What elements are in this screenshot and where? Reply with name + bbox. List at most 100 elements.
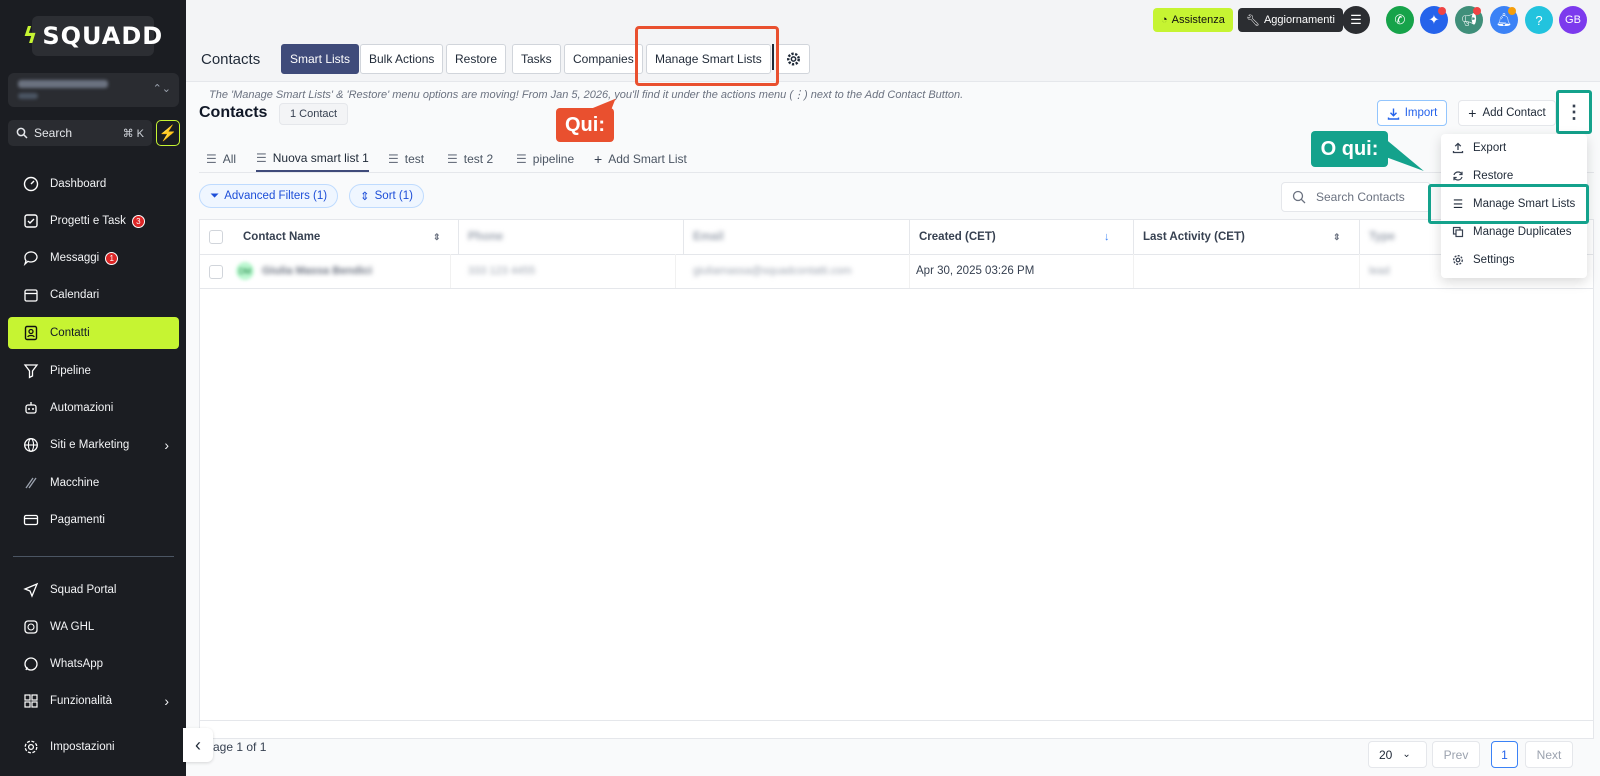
account-switcher[interactable]: ⌃⌄	[8, 73, 179, 107]
refresh-icon	[1451, 170, 1465, 182]
chevron-right-icon: ›	[164, 437, 169, 453]
sidebar-item-automazioni[interactable]: Automazioni	[8, 392, 179, 424]
collapse-sidebar-button[interactable]: ‹	[183, 728, 213, 762]
sidebar-item-messaggi[interactable]: Messaggi 1	[8, 242, 179, 274]
search-placeholder: Search Contacts	[1316, 190, 1405, 204]
smart-list-test[interactable]: ☰ test	[388, 146, 424, 172]
aggiornamenti-button[interactable]: 🔧︎ Aggiornamenti	[1238, 8, 1343, 32]
sidebar-item-label: Dashboard	[50, 178, 107, 190]
help-button[interactable]: ?	[1525, 6, 1553, 34]
sort-down-icon: ↓	[1104, 231, 1110, 243]
dropdown-item-settings[interactable]: Settings	[1441, 246, 1587, 274]
add-smart-list-button[interactable]: + Add Smart List	[594, 146, 687, 172]
column-header-last-activity[interactable]: Last Activity (CET) ⇕	[1143, 220, 1343, 254]
smart-list-pipeline[interactable]: ☰ pipeline	[516, 146, 574, 172]
select-all-checkbox[interactable]	[209, 230, 223, 244]
sidebar-item-whatsapp[interactable]: WhatsApp	[8, 648, 179, 680]
tab-smart-lists[interactable]: Smart Lists	[281, 44, 360, 74]
column-header-email[interactable]: Email	[693, 220, 893, 254]
kebab-icon: ⋮	[1565, 101, 1583, 122]
quick-actions-button[interactable]: ⚡	[156, 120, 180, 146]
prev-page-button[interactable]: Prev	[1432, 741, 1480, 768]
phone-cell[interactable]: 333 123 4455	[468, 265, 535, 277]
notifications-button[interactable]: 🔔︎	[1490, 6, 1518, 34]
column-header-phone[interactable]: Phone	[468, 220, 668, 254]
column-header-contact-name[interactable]: Contact Name ⇕	[243, 220, 448, 254]
search-contacts-input[interactable]: Search Contacts	[1281, 182, 1431, 212]
account-subtitle-blurred	[18, 93, 38, 99]
current-page-button[interactable]: 1	[1491, 741, 1518, 768]
announcements-button[interactable]: 📢︎	[1455, 6, 1483, 34]
sidebar-item-calendari[interactable]: Calendari	[8, 279, 179, 311]
download-icon	[1387, 108, 1399, 120]
add-contact-button[interactable]: + Add Contact	[1458, 100, 1556, 126]
column-separator	[909, 220, 910, 254]
sidebar-divider	[13, 556, 174, 557]
gear-icon	[22, 738, 40, 756]
type-cell: lead	[1369, 265, 1390, 277]
sidebar-item-squad-portal[interactable]: Squad Portal	[8, 574, 179, 606]
actions-menu-button[interactable]: ⋮	[1556, 90, 1592, 134]
list-icon: ☰	[256, 151, 267, 165]
sidebar-item-label: Squad Portal	[50, 584, 117, 596]
settings-tab-button[interactable]	[777, 44, 810, 74]
tab-tasks[interactable]: Tasks	[512, 44, 561, 74]
sidebar-item-pipeline[interactable]: Pipeline	[8, 355, 179, 387]
sidebar-item-label: Funzionalità	[50, 695, 113, 707]
sidebar-item-progetti[interactable]: Progetti e Task 3	[8, 205, 179, 237]
sort-button[interactable]: ⇕ Sort (1)	[349, 184, 424, 208]
per-page-select[interactable]: 20 ⌄	[1368, 741, 1427, 768]
notification-dot	[1473, 7, 1481, 15]
annotation-highlight-dropdown	[1428, 184, 1589, 224]
sidebar-item-siti-marketing[interactable]: Siti e Marketing ›	[8, 429, 179, 461]
sidebar-item-label: Macchine	[50, 477, 100, 489]
advanced-filters-button[interactable]: ⏷ Advanced Filters (1)	[199, 184, 339, 208]
sidebar-item-funzionalita[interactable]: Funzionalità ›	[8, 685, 179, 717]
sidebar-item-contatti[interactable]: Contatti	[8, 317, 179, 349]
sidebar-search[interactable]: Search ⌘ K	[8, 120, 152, 146]
tasks-list-button[interactable]: ☰	[1342, 6, 1370, 34]
contacts-icon	[22, 324, 40, 342]
footer-divider	[200, 720, 1593, 721]
column-separator	[450, 254, 451, 288]
tab-restore[interactable]: Restore	[446, 44, 507, 74]
smart-list-label: test 2	[463, 152, 494, 166]
next-page-button[interactable]: Next	[1525, 741, 1573, 768]
column-header-created[interactable]: Created (CET) ↓	[919, 220, 1119, 254]
magic-button[interactable]: ✦	[1420, 6, 1448, 34]
assistenza-label: Assistenza	[1171, 14, 1225, 26]
add-contact-label: Add Contact	[1482, 107, 1546, 119]
sidebar-item-impostazioni[interactable]: Impostazioni	[8, 731, 179, 763]
smart-list-test-2[interactable]: ☰ test 2	[447, 146, 493, 172]
sidebar-item-wa-ghl[interactable]: WA GHL	[8, 611, 179, 643]
topbar: ◔ Assistenza 🔧︎ Aggiornamenti ☰ ✆ ✦ 📢︎ 🔔…	[186, 0, 1600, 40]
list-icon: ☰	[516, 152, 527, 166]
email-cell[interactable]: giuliamassa@squadcontatti.com	[693, 265, 852, 277]
sidebar-item-macchine[interactable]: Macchine	[8, 467, 179, 499]
per-page-value: 20	[1379, 747, 1393, 762]
row-checkbox[interactable]	[209, 265, 223, 279]
assistenza-button[interactable]: ◔ Assistenza	[1153, 8, 1233, 32]
import-button[interactable]: Import	[1377, 100, 1447, 126]
page-indicator: Page 1 of 1	[205, 740, 267, 754]
sidebar-item-label: Impostazioni	[50, 741, 115, 753]
sidebar-item-dashboard[interactable]: Dashboard	[8, 168, 179, 200]
annotation-callout-green: O qui:	[1311, 131, 1388, 167]
sidebar-item-label: Progetti e Task	[50, 215, 126, 227]
column-header-type[interactable]: Type	[1369, 220, 1429, 254]
squadd-logo[interactable]: ϟ SQUADD	[23, 16, 162, 56]
tab-companies[interactable]: Companies	[564, 44, 643, 74]
import-label: Import	[1404, 107, 1438, 119]
sparkle-icon: ✦	[1428, 12, 1440, 27]
dropdown-item-export[interactable]: Export	[1441, 134, 1587, 162]
avatar-initials: GB	[1565, 14, 1581, 26]
account-name-blurred	[18, 80, 108, 88]
gear-icon	[787, 52, 800, 66]
user-avatar[interactable]: GB	[1559, 6, 1587, 34]
smart-list-nuova-1[interactable]: ☰ Nuova smart list 1	[256, 146, 369, 172]
phone-button[interactable]: ✆	[1386, 6, 1414, 34]
contact-name-cell[interactable]: Giulia Massa Bendici	[262, 265, 372, 277]
tab-bulk-actions[interactable]: Bulk Actions	[360, 44, 444, 74]
smart-list-all[interactable]: ☰ All	[206, 146, 236, 172]
sidebar-item-pagamenti[interactable]: Pagamenti	[8, 504, 179, 536]
